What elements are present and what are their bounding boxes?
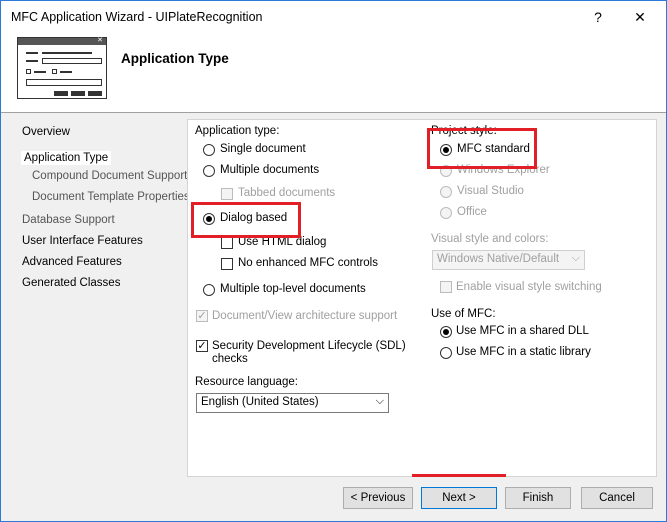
nav-item-advanced-features[interactable]: Advanced Features — [22, 256, 122, 268]
nav-item-overview[interactable]: Overview — [22, 126, 70, 138]
help-button[interactable]: ? — [583, 5, 613, 29]
title-bar: MFC Application Wizard - UIPlateRecognit… — [1, 1, 666, 33]
tabbed-documents-checkbox[interactable] — [221, 188, 233, 200]
wizard-window-icon: ✕ — [17, 37, 107, 99]
multiple-top-level-radio[interactable] — [203, 284, 215, 296]
nav-item-application-type[interactable]: Application Type — [21, 151, 112, 165]
multiple-documents-label[interactable]: Multiple documents — [220, 164, 319, 176]
use-of-mfc-label: Use of MFC: — [431, 308, 496, 320]
use-mfc-static-library-radio[interactable] — [440, 347, 452, 359]
single-document-radio[interactable] — [203, 144, 215, 156]
doc-view-label[interactable]: Document/View architecture support — [212, 310, 397, 322]
next-button[interactable]: Next > — [421, 487, 497, 509]
wizard-header: ✕ Application Type — [1, 33, 666, 113]
no-enhanced-mfc-controls-checkbox[interactable] — [221, 258, 233, 270]
single-document-label[interactable]: Single document — [220, 143, 306, 155]
resource-language-select[interactable]: English (United States) ⌵ — [196, 393, 389, 413]
nav-item-compound-document-support[interactable]: Compound Document Support — [32, 170, 187, 182]
office-label[interactable]: Office — [457, 206, 487, 218]
chevron-down-icon: ⌵ — [375, 395, 384, 407]
wizard-window: MFC Application Wizard - UIPlateRecognit… — [0, 0, 667, 522]
mfc-standard-highlight — [427, 128, 537, 169]
resource-language-value: English (United States) — [201, 396, 319, 408]
visual-style-label: Visual style and colors: — [431, 233, 549, 245]
nav-item-generated-classes[interactable]: Generated Classes — [22, 277, 120, 289]
enable-visual-style-switching-label[interactable]: Enable visual style switching — [456, 281, 602, 293]
use-html-dialog-checkbox[interactable] — [221, 237, 233, 249]
sdl-checks-checkbox[interactable]: ✓ — [196, 340, 208, 352]
close-button[interactable]: ✕ — [625, 5, 655, 29]
application-type-label: Application type: — [195, 125, 280, 137]
no-enhanced-mfc-controls-label[interactable]: No enhanced MFC controls — [238, 257, 378, 269]
tabbed-documents-label[interactable]: Tabbed documents — [238, 187, 335, 199]
finish-button[interactable]: Finish — [505, 487, 571, 509]
use-mfc-shared-dll-label[interactable]: Use MFC in a shared DLL — [456, 325, 589, 337]
dialog-based-highlight — [191, 202, 301, 238]
visual-studio-label[interactable]: Visual Studio — [457, 185, 524, 197]
resource-language-label: Resource language: — [195, 376, 298, 388]
window-title: MFC Application Wizard - UIPlateRecognit… — [11, 10, 263, 24]
previous-button[interactable]: < Previous — [343, 487, 413, 509]
nav-item-document-template-properties[interactable]: Document Template Properties — [32, 191, 190, 203]
enable-visual-style-switching-checkbox[interactable] — [440, 281, 452, 293]
use-mfc-shared-dll-radio[interactable] — [440, 326, 452, 338]
nav-item-database-support[interactable]: Database Support — [22, 214, 115, 226]
multiple-top-level-label[interactable]: Multiple top-level documents — [220, 283, 366, 295]
sdl-checks-label-line1[interactable]: Security Development Lifecycle (SDL) — [212, 340, 406, 352]
sdl-checks-label-line2[interactable]: checks — [212, 353, 248, 365]
use-mfc-static-library-label[interactable]: Use MFC in a static library — [456, 346, 591, 358]
office-radio[interactable] — [440, 207, 452, 219]
multiple-documents-radio[interactable] — [203, 165, 215, 177]
visual-style-select[interactable]: Windows Native/Default ⌵ — [432, 250, 585, 270]
page-title: Application Type — [121, 51, 229, 66]
chevron-down-icon: ⌵ — [571, 252, 580, 264]
cancel-button[interactable]: Cancel — [581, 487, 653, 509]
visual-style-value: Windows Native/Default — [437, 253, 560, 265]
visual-studio-radio[interactable] — [440, 186, 452, 198]
doc-view-checkbox[interactable]: ✓ — [196, 310, 208, 322]
nav-item-user-interface-features[interactable]: User Interface Features — [22, 235, 143, 247]
